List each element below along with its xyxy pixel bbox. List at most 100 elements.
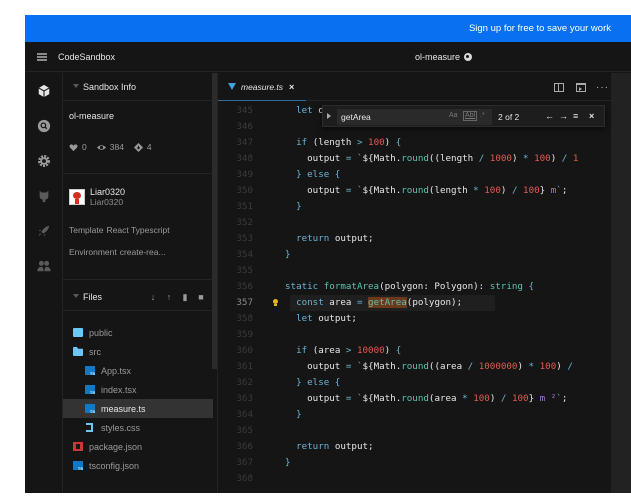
download-icon[interactable]: ↓ <box>149 292 157 302</box>
lightbulb-icon[interactable] <box>273 299 278 306</box>
code-line[interactable]: 364 } <box>218 407 611 423</box>
code-text: } else { <box>296 377 341 388</box>
sidebar: Sandbox Info ol-measure 0 384 4 Liar0320… <box>63 73 218 493</box>
code-line[interactable]: 352 <box>218 215 611 231</box>
code-line[interactable]: 366 return output; <box>218 439 611 455</box>
more-actions-icon[interactable]: ··· <box>596 82 609 93</box>
code-line[interactable]: 362 } else { <box>218 375 611 391</box>
line-number: 366 <box>236 441 253 452</box>
file-name: measure.ts <box>101 403 146 414</box>
code-line[interactable]: 351 } <box>218 199 611 215</box>
editor: measure.ts × ··· 345 let output; 346 347 i… <box>218 73 631 493</box>
css-icon <box>85 423 95 432</box>
divider <box>63 173 213 174</box>
code-line[interactable]: 363 output = `${Math.round(area * 100) /… <box>218 391 611 407</box>
close-tab-icon[interactable]: × <box>289 82 294 92</box>
code-line[interactable]: 367} <box>218 455 611 471</box>
typescript-icon <box>85 404 95 414</box>
code-line[interactable]: 354} <box>218 247 611 263</box>
match-case-toggle[interactable]: Aa <box>449 112 458 119</box>
author[interactable]: Liar0320 Liar0320 <box>69 187 125 207</box>
file-item[interactable]: public <box>63 323 213 342</box>
sandbox-name[interactable]: ol-measure <box>69 111 114 121</box>
code-line[interactable]: 358 let output; <box>218 311 611 327</box>
code-line[interactable]: 349 } else { <box>218 167 611 183</box>
find-widget: Aa Abl .* 2 of 2 ← → ≡ × <box>322 105 605 127</box>
file-name: index.tsx <box>101 384 137 395</box>
code-text: output = `${Math.round(area * 100) / 100… <box>285 393 568 404</box>
line-number: 362 <box>236 377 253 388</box>
find-in-selection-icon[interactable]: ≡ <box>573 111 578 121</box>
search-icon[interactable] <box>36 118 52 134</box>
line-number: 357 <box>236 297 253 308</box>
line-number: 352 <box>236 217 253 228</box>
next-match-icon[interactable]: → <box>559 111 568 121</box>
menu-icon[interactable] <box>37 53 47 61</box>
regex-toggle[interactable]: .* <box>480 112 485 119</box>
typescript-icon <box>85 385 95 395</box>
code-line[interactable]: 368 <box>218 471 611 487</box>
code-line[interactable]: 348 output = `${Math.round((length / 100… <box>218 151 611 167</box>
new-folder-icon[interactable]: ■ <box>197 292 205 302</box>
forks-stat: 4 <box>133 142 152 152</box>
line-number: 364 <box>236 409 253 420</box>
whole-word-toggle[interactable]: Abl <box>463 111 478 121</box>
code-line[interactable]: 365 <box>218 423 611 439</box>
folder-open-icon <box>73 347 83 356</box>
code-text: return output; <box>296 233 374 244</box>
fork-icon <box>133 142 143 152</box>
sandbox-info-header[interactable]: Sandbox Info <box>63 73 213 101</box>
file-name: tsconfig.json <box>89 460 140 471</box>
author-name: Liar0320 <box>90 187 126 197</box>
code-line[interactable]: 353 return output; <box>218 231 611 247</box>
users-icon[interactable] <box>36 258 52 274</box>
file-item[interactable]: package.json <box>63 437 213 456</box>
file-item[interactable]: measure.ts <box>63 399 213 418</box>
sandbox-title[interactable]: ol-measure <box>415 52 473 62</box>
new-file-icon[interactable]: ▮ <box>181 292 189 302</box>
github-icon[interactable] <box>36 188 52 204</box>
brand-name[interactable]: CodeSandbox <box>58 52 115 62</box>
file-name: App.tsx <box>101 365 132 376</box>
upload-icon[interactable]: ↑ <box>165 292 173 302</box>
folder-icon <box>73 328 83 337</box>
code-line[interactable]: 347 if (length > 100) { <box>218 135 611 151</box>
line-number: 351 <box>236 201 253 212</box>
code-text: if (length > 100) { <box>296 137 402 148</box>
split-editor-icon[interactable] <box>554 82 564 92</box>
line-number: 365 <box>236 425 253 436</box>
code-text: const area = getArea(polygon); <box>296 297 463 308</box>
code-line[interactable]: 361 output = `${Math.round((area / 10000… <box>218 359 611 375</box>
views-stat: 384 <box>96 142 124 152</box>
file-item[interactable]: tsconfig.json <box>63 456 213 475</box>
file-item[interactable]: App.tsx <box>63 361 213 380</box>
tab-measure-ts[interactable]: measure.ts × <box>218 73 306 101</box>
toggle-replace-icon[interactable] <box>327 113 331 119</box>
editor-scrollbar[interactable] <box>611 73 631 493</box>
sandbox-stats: 0 384 4 <box>69 142 162 152</box>
previous-match-icon[interactable]: ← <box>545 111 554 121</box>
file-item[interactable]: index.tsx <box>63 380 213 399</box>
file-name: src <box>89 346 101 357</box>
code-area[interactable]: 345 let output; 346 347 if (length > 100) … <box>218 101 611 493</box>
gear-icon[interactable] <box>36 153 52 169</box>
code-line[interactable]: 355 <box>218 263 611 279</box>
cube-icon[interactable] <box>36 83 52 99</box>
file-name: package.json <box>89 441 143 452</box>
file-item[interactable]: src <box>63 342 213 361</box>
code-line[interactable]: 359 <box>218 327 611 343</box>
open-preview-icon[interactable] <box>576 82 586 92</box>
code-line[interactable]: 350 output = `${Math.round(length * 100)… <box>218 183 611 199</box>
close-find-icon[interactable]: × <box>589 111 594 121</box>
files-header[interactable]: Files ↓ ↑ ▮ ■ <box>63 283 213 311</box>
line-number: 360 <box>236 345 253 356</box>
typescript-icon <box>85 366 95 376</box>
rocket-icon[interactable] <box>36 223 52 239</box>
npm-icon <box>73 442 83 451</box>
section-title: Files <box>83 292 103 302</box>
code-line[interactable]: 356 static formatArea(polygon: Polygon): … <box>218 279 611 295</box>
code-line[interactable]: 357 const area = getArea(polygon); <box>218 295 611 311</box>
code-line[interactable]: 360 if (area > 10000) { <box>218 343 611 359</box>
file-item[interactable]: styles.css <box>63 418 213 437</box>
signup-link[interactable]: Sign up for free to save your work <box>469 23 611 34</box>
